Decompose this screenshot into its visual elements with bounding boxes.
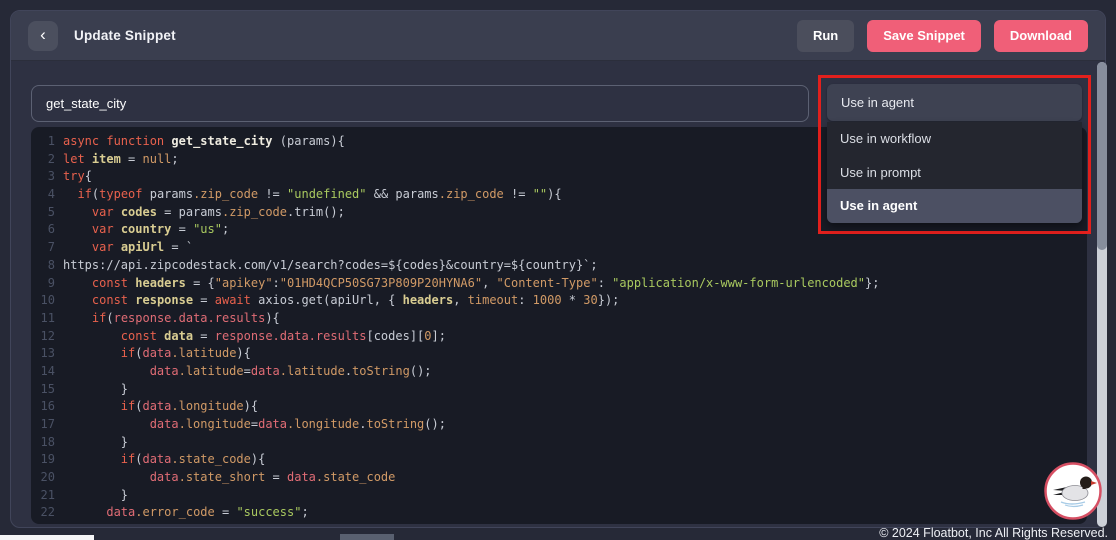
line-number: 7 [31, 239, 55, 257]
code-line: 11 if(response.data.results){ [31, 310, 1087, 328]
line-number: 18 [31, 434, 55, 452]
line-number: 2 [31, 151, 55, 169]
line-number: 9 [31, 275, 55, 293]
line-number: 3 [31, 168, 55, 186]
snippet-name-input[interactable] [31, 85, 809, 122]
code-line: 8https://api.zipcodestack.com/v1/search?… [31, 257, 1087, 275]
line-number: 15 [31, 381, 55, 399]
code-line: 21 } [31, 487, 1087, 505]
dropdown-option[interactable]: Use in workflow [827, 122, 1082, 156]
code-line: 10 const response = await axios.get(apiU… [31, 292, 1087, 310]
line-number: 21 [31, 487, 55, 505]
line-number: 4 [31, 186, 55, 204]
line-number: 12 [31, 328, 55, 346]
line-number: 16 [31, 398, 55, 416]
dropdown-option[interactable]: Use in prompt [827, 156, 1082, 190]
copyright-footer: © 2024 Floatbot, Inc All Rights Reserved… [0, 527, 1116, 540]
code-line: 7 var apiUrl = ` [31, 239, 1087, 257]
back-button[interactable]: ‹ [28, 21, 58, 51]
code-line: 19 if(data.state_code){ [31, 451, 1087, 469]
page-title: Update Snippet [74, 28, 176, 43]
dropdown-selected-value: Use in agent [841, 95, 914, 110]
line-number: 1 [31, 133, 55, 151]
annotation-highlight-box: Use in agent Use in workflowUse in promp… [818, 75, 1091, 234]
code-line: 13 if(data.latitude){ [31, 345, 1087, 363]
code-line: 20 data.state_short = data.state_code [31, 469, 1087, 487]
use-in-dropdown-toggle[interactable]: Use in agent [827, 84, 1082, 121]
line-number: 19 [31, 451, 55, 469]
code-line: 12 const data = response.data.results[co… [31, 328, 1087, 346]
line-number: 8 [31, 257, 55, 275]
code-line: 17 data.longitude=data.longitude.toStrin… [31, 416, 1087, 434]
code-line: 14 data.latitude=data.latitude.toString(… [31, 363, 1087, 381]
page-header: ‹ Update Snippet Run Save Snippet Downlo… [11, 11, 1105, 61]
code-line: 9 const headers = {"apikey":"01HD4QCP50S… [31, 275, 1087, 293]
dropdown-option[interactable]: Use in agent [827, 189, 1082, 223]
dropdown-menu: Use in workflowUse in promptUse in agent [827, 122, 1082, 223]
line-number: 6 [31, 221, 55, 239]
vertical-scrollbar-thumb[interactable] [1097, 62, 1107, 250]
code-line: 18 } [31, 434, 1087, 452]
line-number: 5 [31, 204, 55, 222]
download-button[interactable]: Download [994, 20, 1088, 52]
line-number: 10 [31, 292, 55, 310]
save-snippet-button[interactable]: Save Snippet [867, 20, 981, 52]
line-number: 11 [31, 310, 55, 328]
line-number: 22 [31, 504, 55, 522]
code-line: 16 if(data.longitude){ [31, 398, 1087, 416]
code-line: 22 data.error_code = "success"; [31, 504, 1087, 522]
line-number: 17 [31, 416, 55, 434]
vertical-scrollbar[interactable] [1097, 62, 1107, 527]
run-button[interactable]: Run [797, 20, 854, 52]
line-number: 13 [31, 345, 55, 363]
code-line: 15 } [31, 381, 1087, 399]
duck-logo-icon [1043, 461, 1103, 521]
chevron-left-icon: ‹ [40, 25, 46, 45]
line-number: 14 [31, 363, 55, 381]
floatbot-logo[interactable] [1043, 461, 1103, 521]
line-number: 20 [31, 469, 55, 487]
